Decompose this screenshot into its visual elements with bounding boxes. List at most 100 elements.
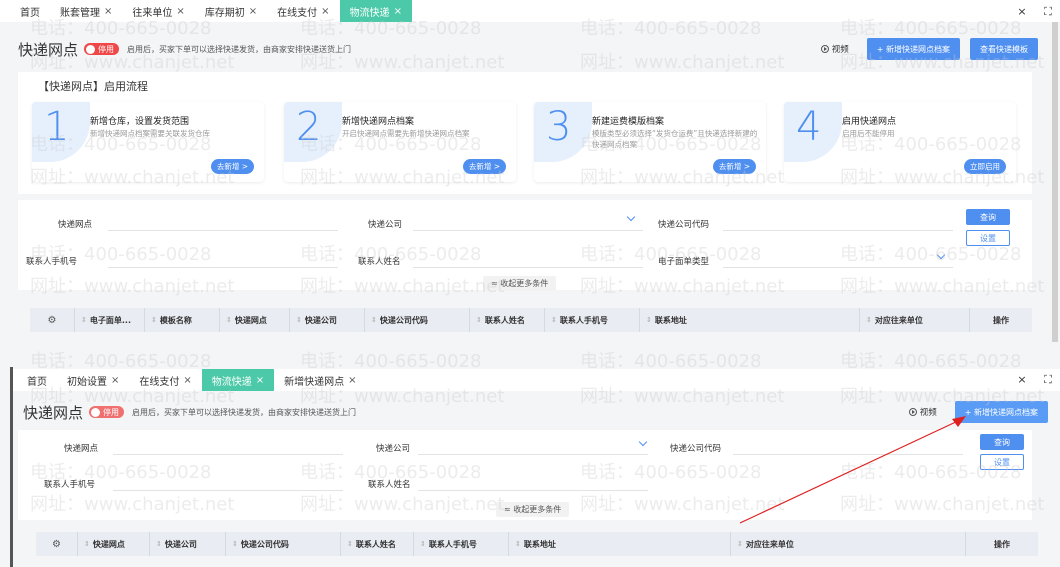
toggle-knob — [86, 44, 96, 54]
video-link[interactable]: 视频 — [908, 406, 937, 418]
col-header[interactable]: ⇕ 快递公司 — [290, 308, 365, 332]
tab-account-set[interactable]: 账套管理 × — [50, 0, 122, 22]
step-number: 2 — [296, 104, 322, 150]
sort-icon: ⇕ — [371, 316, 377, 324]
filter-input-phone[interactable] — [108, 267, 338, 268]
filter-select-company[interactable] — [418, 454, 648, 455]
filter-select-company[interactable] — [413, 230, 643, 231]
close-window-icon[interactable]: × — [1016, 373, 1028, 387]
col-label: 快递公司代码 — [379, 315, 428, 325]
collapse-conditions-button[interactable]: ≈ 收起更多条件 — [483, 276, 557, 291]
filter-input-phone[interactable] — [113, 490, 343, 491]
close-icon[interactable]: × — [183, 375, 191, 386]
tab-label: 首页 — [20, 7, 40, 19]
step-go-button[interactable]: 去新增 > — [210, 159, 254, 174]
step-desc: 模版类型必须选择“发货仓运费”且快递选择新建的快递网点档案 — [592, 129, 758, 149]
top-filter-panel: 快递网点 快递公司 快递公司代码 查询 设置 联系人手机号 联系人姓名 电子面单… — [18, 200, 1032, 291]
filter-label-code: 快递公司代码 — [670, 444, 722, 454]
col-header[interactable]: ⇕ 模板名称 — [145, 308, 220, 332]
col-label: 快递公司 — [304, 315, 337, 325]
sort-icon: ⇕ — [866, 316, 872, 324]
filter-select-waybill-type[interactable] — [723, 267, 953, 268]
close-icon[interactable]: × — [176, 6, 184, 17]
col-label: 联系人姓名 — [355, 539, 396, 549]
bottom-filter-panel: 快递网点 快递公司 快递公司代码 查询 设置 联系人手机号 联系人姓名 ≈ 收起… — [18, 430, 1032, 520]
col-label: 联系人手机号 — [428, 539, 477, 549]
col-header: 操作 — [966, 532, 1038, 556]
step-title: 新建运费模版档案 — [592, 117, 665, 127]
col-header[interactable]: ⇕ 联系人姓名 — [341, 532, 414, 556]
close-icon[interactable]: × — [394, 6, 402, 17]
col-header[interactable]: ⇕ 快递公司代码 — [226, 532, 341, 556]
sort-icon: ⇕ — [151, 316, 157, 324]
tab-online-pay[interactable]: 在线支付 × — [129, 369, 201, 391]
settings-button[interactable]: 设置 — [966, 230, 1010, 246]
settings-button[interactable]: 设置 — [980, 454, 1024, 470]
tab-online-pay[interactable]: 在线支付 × — [267, 0, 339, 22]
tab-logistics[interactable]: 物流快递 × — [201, 369, 275, 391]
column-settings[interactable]: ⚙ — [30, 308, 75, 332]
filter-label-waybill-type: 电子面单类型 — [658, 257, 710, 267]
top-table-header: ⚙ ⇕ 电子面单... ⇕ 模板名称 ⇕ 快递网点 ⇕ 快递公司 ⇕ 快递公司代码 ⇕ 联系… — [30, 308, 1032, 332]
maximize-icon[interactable]: ⛶ — [1042, 5, 1054, 19]
tab-logistics[interactable]: 物流快递 × — [339, 0, 412, 22]
collapse-conditions-button[interactable]: ≈ 收起更多条件 — [496, 502, 570, 517]
column-settings[interactable]: ⚙ — [36, 532, 78, 556]
col-header[interactable]: ⇕ 联系地址 — [640, 308, 860, 332]
tab-partners[interactable]: 往来单位 × — [122, 0, 194, 22]
tab-new-express-point[interactable]: 新增快递网点 × — [274, 369, 366, 391]
close-icon[interactable]: × — [111, 375, 119, 386]
close-icon[interactable]: × — [249, 6, 257, 17]
filter-input-contact[interactable] — [413, 267, 643, 268]
top-scrollbar[interactable] — [1052, 22, 1058, 342]
view-template-button[interactable]: 查看快递模板 — [970, 38, 1038, 60]
sort-icon: ⇕ — [515, 540, 521, 548]
window-controls: × ⛶ — [1016, 5, 1054, 19]
col-header[interactable]: ⇕ 联系人手机号 — [545, 308, 640, 332]
col-header[interactable]: ⇕ 快递网点 — [220, 308, 290, 332]
col-header[interactable]: ⇕ 联系地址 — [509, 532, 731, 556]
step-go-button[interactable]: 去新增 > — [462, 159, 506, 174]
col-header[interactable]: ⇕ 联系人姓名 — [470, 308, 545, 332]
add-express-point-button[interactable]: + 新增快递网点档案 — [866, 38, 960, 60]
col-label: 联系人手机号 — [559, 315, 608, 325]
col-header[interactable]: ⇕ 对应往来单位 — [731, 532, 966, 556]
step-desc: 开启快递网点需要先新增快递网点档案 — [342, 129, 470, 138]
enable-toggle[interactable]: 停用 — [84, 43, 120, 55]
query-button[interactable]: 查询 — [980, 434, 1024, 450]
close-icon[interactable]: × — [321, 6, 329, 17]
step-desc: 启用后不能停用 — [842, 129, 895, 138]
col-header[interactable]: ⇕ 快递公司代码 — [365, 308, 470, 332]
step-enable-button[interactable]: 立即启用 — [964, 159, 1006, 174]
flow-step-3: 3 新建运费模版档案 模版类型必须选择“发货仓运费”且快递选择新建的快递网点档案… — [534, 102, 766, 182]
close-icon[interactable]: × — [256, 375, 264, 386]
close-icon[interactable]: × — [348, 375, 356, 386]
tab-stock-opening[interactable]: 库存期初 × — [195, 0, 267, 22]
tab-home[interactable]: 首页 — [0, 0, 50, 22]
col-header[interactable]: ⇕ 电子面单... — [75, 308, 145, 332]
tab-initial-settings[interactable]: 初始设置 × — [57, 369, 129, 391]
filter-input-code[interactable] — [723, 230, 953, 231]
header-desc: 启用后，买家下单可以选择快递发货，由商家安排快递送货上门 — [127, 44, 352, 54]
query-button[interactable]: 查询 — [966, 209, 1010, 225]
col-header[interactable]: ⇕ 快递网点 — [78, 532, 150, 556]
sort-icon: ⇕ — [296, 316, 302, 324]
col-header[interactable]: ⇕ 对应往来单位 — [860, 308, 970, 332]
filter-input-contact[interactable] — [418, 490, 648, 491]
header-desc: 启用后，买家下单可以选择快递发货，由商家安排快递送货上门 — [132, 407, 357, 417]
close-window-icon[interactable]: × — [1016, 5, 1028, 19]
tab-home[interactable]: 首页 — [13, 369, 57, 391]
col-header[interactable]: ⇕ 联系人手机号 — [414, 532, 509, 556]
video-link[interactable]: 视频 — [820, 43, 849, 55]
add-express-point-button[interactable]: + 新增快递网点档案 — [954, 401, 1048, 423]
enable-toggle[interactable]: 停用 — [89, 406, 125, 418]
filter-input-point[interactable] — [108, 230, 338, 231]
filter-input-point[interactable] — [113, 454, 343, 455]
step-number: 3 — [546, 104, 572, 150]
close-icon[interactable]: × — [104, 6, 112, 17]
filter-input-code[interactable] — [733, 454, 963, 455]
step-go-button[interactable]: 去新增 > — [712, 159, 756, 174]
col-header[interactable]: ⇕ 快递公司 — [150, 532, 226, 556]
maximize-icon[interactable]: ⛶ — [1042, 373, 1054, 387]
sort-icon: ⇕ — [551, 316, 557, 324]
